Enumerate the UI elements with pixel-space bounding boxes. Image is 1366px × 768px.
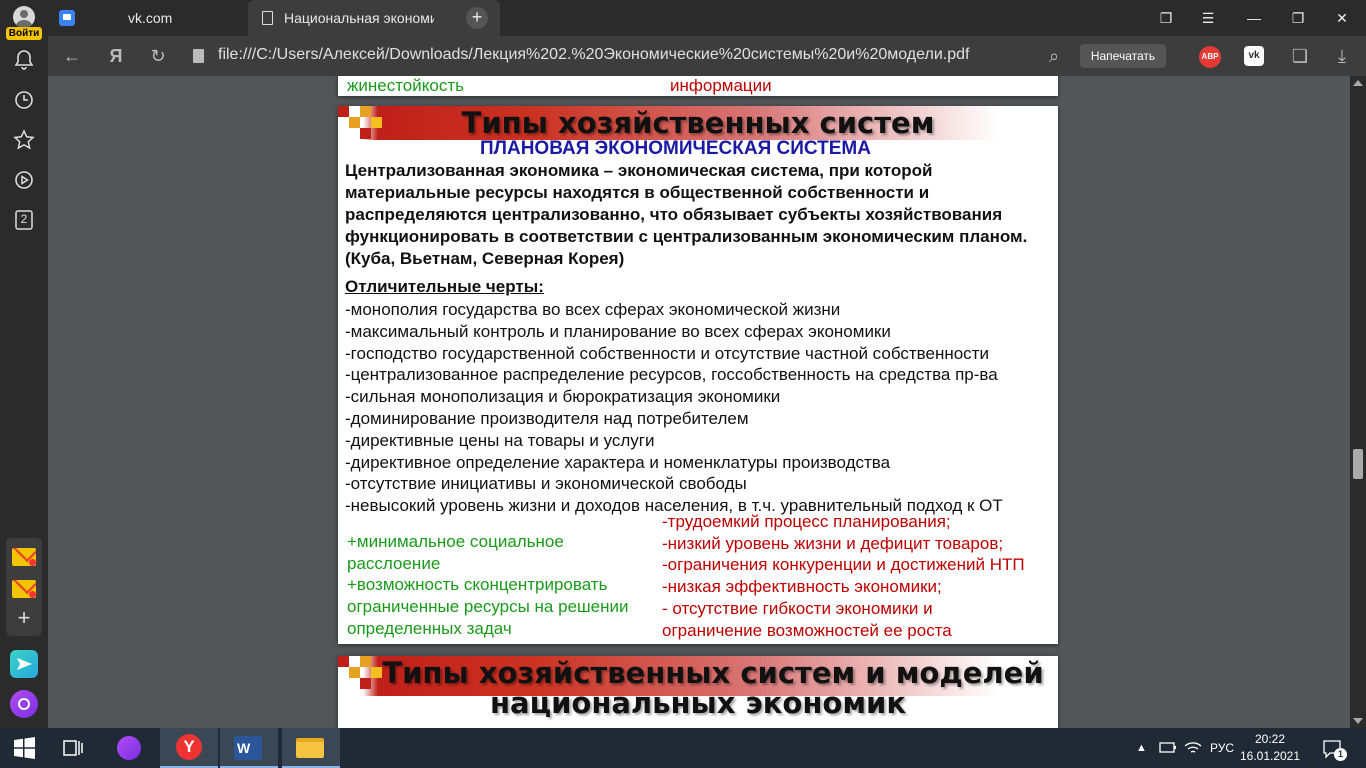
alice-assistant-icon[interactable] <box>10 690 38 718</box>
clock[interactable]: 20:22 16.01.2021 <box>1238 731 1302 765</box>
video-play-icon[interactable] <box>12 168 36 192</box>
features-list: -монополия государства во всех сферах эк… <box>345 299 1057 517</box>
wifi-icon[interactable] <box>1182 728 1204 768</box>
tab-title: Национальная экономика <box>284 10 434 26</box>
avatar-icon <box>13 6 35 28</box>
tab-bar: vk.com Национальная экономика ✕ + ❐ ☰ — … <box>48 0 1366 36</box>
features-heading: Отличительные черты: <box>345 277 544 296</box>
windows-start-icon[interactable] <box>0 728 48 768</box>
feature-item: -отсутствие инициативы и экономической с… <box>345 474 747 494</box>
bookmarks-star-icon[interactable] <box>12 128 36 152</box>
yandex-logo-icon[interactable]: Я <box>104 44 128 68</box>
battery-icon[interactable] <box>1158 728 1178 768</box>
task-view-icon[interactable] <box>52 728 92 768</box>
vertical-scrollbar[interactable] <box>1350 76 1366 728</box>
vk-extension-icon[interactable]: vk <box>1244 46 1264 66</box>
yandex-browser-taskbar-icon[interactable]: Y <box>160 728 218 768</box>
con-item: -низкая эффективность экономики; <box>662 577 942 597</box>
login-button[interactable]: Войти <box>6 4 42 40</box>
tab-vk[interactable]: vk.com <box>48 0 248 36</box>
close-window-icon[interactable]: ✕ <box>1322 0 1362 36</box>
tabs-count-icon[interactable]: 2 <box>12 208 36 232</box>
slide-subtitle: ПЛАНОВАЯ ЭКОНОМИЧЕСКАЯ СИСТЕМА <box>480 138 871 159</box>
feature-item: -сильная монополизация и бюрократизация … <box>345 387 781 407</box>
login-label: Войти <box>6 27 42 40</box>
feature-item: -господство государственной собственност… <box>345 343 989 363</box>
next-slide-title-line2: национальных экономик <box>489 686 907 720</box>
notifications-icon[interactable]: 1 <box>1318 728 1348 768</box>
con-item: -ограничения конкуренции и достижений НТ… <box>662 555 1025 575</box>
tabs-count: 2 <box>20 212 28 226</box>
clock-date: 16.01.2021 <box>1239 749 1301 763</box>
explorer-taskbar-icon[interactable] <box>282 728 340 768</box>
word-taskbar-icon[interactable]: W <box>220 728 278 768</box>
prev-page-text-left: жинестойкость <box>347 76 464 95</box>
collections-icon[interactable]: ❏ <box>1288 44 1312 68</box>
feature-item: -максимальный контроль и планирование во… <box>345 321 891 341</box>
reload-icon[interactable]: ↻ <box>146 44 170 68</box>
prev-page-text-right: информации <box>670 76 772 95</box>
messenger-app-icon[interactable] <box>10 650 38 678</box>
scroll-thumb[interactable] <box>1353 449 1363 479</box>
cons-list: -трудоемкий процесс планирования; -низки… <box>662 511 1058 641</box>
con-item: ограничение возможностей ее роста <box>662 620 952 640</box>
tabs-collections-icon[interactable]: ❐ <box>1146 0 1186 36</box>
scroll-down-icon[interactable] <box>1353 718 1363 724</box>
pro-item: +минимальное социальное расслоение <box>347 532 564 573</box>
definition-text: Централизованная экономика – экономическ… <box>345 161 1028 268</box>
windows-taskbar: Y W ▲ РУС 20:22 16.01.2021 1 <box>0 728 1366 768</box>
feature-item: -директивные цены на товары и услуги <box>345 430 655 450</box>
slide-title: Типы хозяйственных систем <box>461 106 935 140</box>
file-icon <box>193 49 204 63</box>
con-item: - отсутствие гибкости экономики и <box>662 598 933 618</box>
url-field[interactable]: file:///C:/Users/Алексей/Downloads/Лекци… <box>218 46 969 64</box>
tray-overflow-icon[interactable]: ▲ <box>1136 728 1152 768</box>
con-item: -трудоемкий процесс планирования; <box>662 512 951 531</box>
feature-item: -монополия государства во всех сферах эк… <box>345 300 841 319</box>
tab-title: vk.com <box>128 10 173 26</box>
feature-item: -директивное определение характера и ном… <box>345 452 891 472</box>
feature-item: -централизованное распределение ресурсов… <box>345 365 998 385</box>
yandex-mail-icon[interactable] <box>12 548 36 566</box>
pdf-page-next: Типы хозяйственных систем и моделей наци… <box>338 656 1058 728</box>
con-item: -низкий уровень жизни и дефицит товаров; <box>662 533 1004 553</box>
scroll-up-icon[interactable] <box>1353 80 1363 86</box>
notifications-count: 1 <box>1334 748 1347 761</box>
pdf-page-current: Типы хозяйственных систем ПЛАНОВАЯ ЭКОНО… <box>338 106 1058 644</box>
feature-item: -доминирование производителя над потреби… <box>345 408 749 428</box>
address-toolbar: ← Я ↻ file:///C:/Users/Алексей/Downloads… <box>48 36 1366 76</box>
notifications-bell-icon[interactable] <box>12 48 36 72</box>
pros-list: +минимальное социальное расслоение +возм… <box>347 531 647 640</box>
restore-icon[interactable]: ❐ <box>1278 0 1318 36</box>
search-icon[interactable]: ⌕ <box>1042 44 1066 68</box>
document-icon <box>262 11 273 25</box>
next-slide-title-line1: Типы хозяйственных систем и моделей <box>382 656 1044 690</box>
back-arrow-icon[interactable]: ← <box>60 44 84 68</box>
new-tab-button[interactable]: + <box>466 7 488 29</box>
add-app-icon[interactable]: + <box>14 607 34 629</box>
downloads-icon[interactable]: ⤓ <box>1330 44 1354 68</box>
messages-icon <box>59 10 75 26</box>
print-button[interactable]: Напечатать <box>1080 44 1166 68</box>
browser-sidebar: Войти 2 + <box>0 0 48 728</box>
adblock-plus-icon[interactable]: ABP <box>1199 46 1221 68</box>
alice-taskbar-icon[interactable] <box>108 728 148 768</box>
history-clock-icon[interactable] <box>12 88 36 112</box>
yandex-mail-icon-2[interactable] <box>12 580 36 598</box>
pdf-viewport[interactable]: жинестойкость информации Типы хозяйствен… <box>48 76 1366 728</box>
sidebar-apps-panel: + <box>6 538 42 636</box>
clock-time: 20:22 <box>1254 732 1286 746</box>
pro-item: +возможность сконцентрировать ограниченн… <box>347 575 629 638</box>
menu-icon[interactable]: ☰ <box>1188 0 1228 36</box>
minimize-icon[interactable]: — <box>1234 0 1274 36</box>
pdf-page-previous: жинестойкость информации <box>338 76 1058 96</box>
tab-pdf-active[interactable]: Национальная экономика ✕ <box>248 0 500 36</box>
language-indicator[interactable]: РУС <box>1210 741 1234 755</box>
